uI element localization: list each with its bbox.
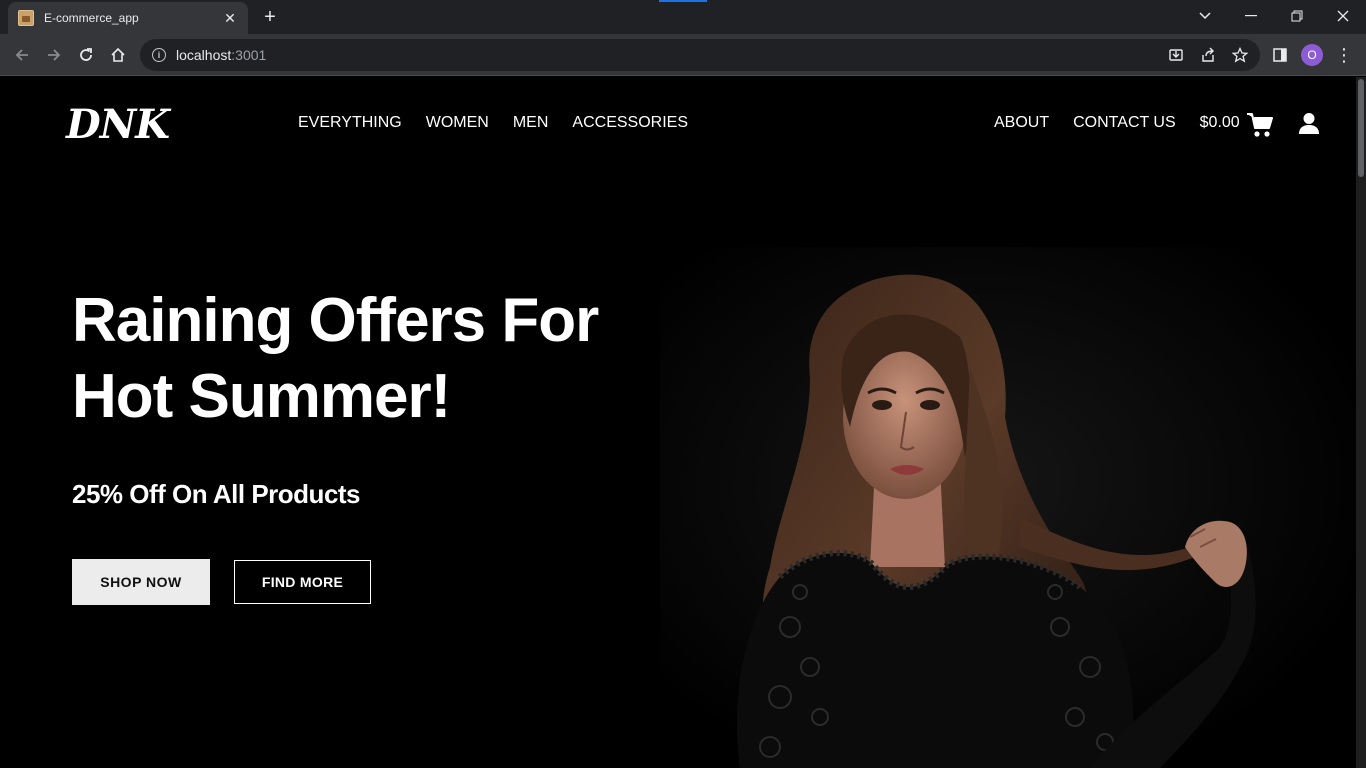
browser-toolbar: i localhost:3001 O ⋮: [0, 34, 1366, 76]
cart-icon[interactable]: [1246, 112, 1274, 138]
site-logo[interactable]: DNK: [66, 101, 170, 148]
close-tab-icon[interactable]: ✕: [222, 10, 238, 27]
hero-title: Raining Offers For Hot Summer!: [72, 283, 672, 435]
page-scrollbar[interactable]: [1356, 77, 1366, 768]
hero-subtitle: 25% Off On All Products: [72, 479, 361, 509]
page-viewport: DNK EVERYTHING WOMEN MEN ACCESSORIES ABO…: [0, 77, 1356, 768]
url-port: :3001: [231, 47, 267, 63]
main-nav: EVERYTHING WOMEN MEN ACCESSORIES: [298, 114, 688, 132]
tab-accent-bar: [659, 0, 707, 2]
find-more-button[interactable]: FIND MORE: [234, 560, 371, 604]
back-arrow-icon[interactable]: [6, 39, 38, 71]
favicon-icon: [18, 10, 34, 26]
hero-title-line-2: Hot Summer!: [72, 362, 451, 431]
browser-tab[interactable]: E-commerce_app ✕: [8, 2, 248, 34]
hero-model-image: [660, 247, 1356, 768]
forward-arrow-icon[interactable]: [38, 39, 70, 71]
minimize-button[interactable]: [1228, 0, 1274, 32]
close-window-button[interactable]: [1320, 0, 1366, 32]
bookmark-star-icon[interactable]: [1224, 39, 1256, 71]
home-icon[interactable]: [102, 39, 134, 71]
share-icon[interactable]: [1192, 39, 1224, 71]
window-controls: [1228, 0, 1366, 34]
browser-menu-icon[interactable]: ⋮: [1332, 39, 1356, 71]
restore-button[interactable]: [1274, 0, 1320, 32]
nav-contact[interactable]: CONTACT US: [1073, 114, 1176, 132]
new-tab-button[interactable]: +: [258, 6, 282, 30]
user-icon[interactable]: [1298, 112, 1320, 136]
shop-now-button[interactable]: SHOP NOW: [72, 559, 210, 605]
tab-search-icon[interactable]: [1192, 4, 1218, 28]
nav-about[interactable]: ABOUT: [994, 114, 1049, 132]
profile-avatar[interactable]: O: [1301, 44, 1323, 66]
address-bar[interactable]: i localhost:3001: [140, 39, 1260, 71]
reload-icon[interactable]: [70, 39, 102, 71]
cart-total[interactable]: $0.00: [1200, 114, 1240, 132]
install-app-icon[interactable]: [1160, 39, 1192, 71]
nav-men[interactable]: MEN: [513, 114, 549, 132]
nav-accessories[interactable]: ACCESSORIES: [572, 114, 688, 132]
browser-tabbar: E-commerce_app ✕ +: [0, 0, 1366, 34]
tab-title: E-commerce_app: [44, 11, 139, 25]
nav-women[interactable]: WOMEN: [426, 114, 489, 132]
side-panel-icon[interactable]: [1264, 39, 1296, 71]
scrollbar-thumb[interactable]: [1358, 79, 1364, 177]
nav-everything[interactable]: EVERYTHING: [298, 114, 402, 132]
site-info-icon[interactable]: i: [152, 48, 166, 62]
url-host: localhost: [176, 47, 232, 63]
hero-title-line-1: Raining Offers For: [72, 286, 599, 355]
site-header: DNK EVERYTHING WOMEN MEN ACCESSORIES ABO…: [0, 77, 1356, 172]
secondary-nav: ABOUT CONTACT US $0.00: [994, 114, 1240, 132]
